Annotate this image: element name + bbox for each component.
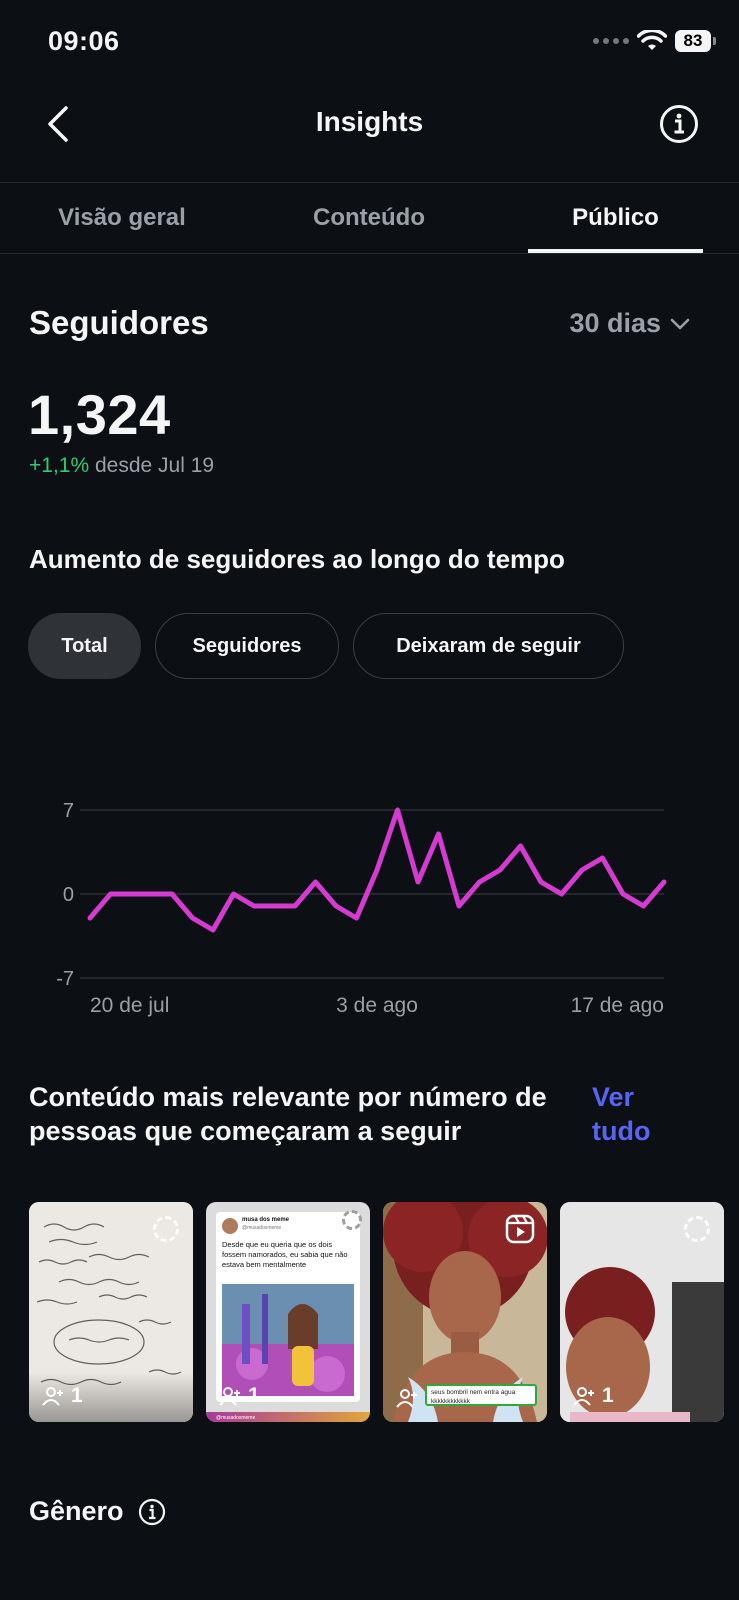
filter-unfollowed-chip[interactable]: Deixaram de seguir — [353, 613, 624, 679]
new-followers-count — [395, 1388, 425, 1408]
new-followers-value: 1 — [248, 1384, 260, 1407]
chevron-down-icon — [670, 318, 690, 329]
tab-overview[interactable]: Visão geral — [36, 204, 208, 232]
chart-y-tick-label: -7 — [56, 968, 74, 990]
signal-icon — [593, 38, 629, 44]
filter-total-chip[interactable]: Total — [28, 613, 141, 679]
new-followers-count: 1 — [572, 1384, 614, 1408]
page-title: Insights — [315, 106, 424, 137]
change-suffix: desde Jul 19 — [94, 454, 215, 477]
new-followers-value: 1 — [602, 1384, 614, 1407]
new-followers-value: 1 — [71, 1384, 83, 1407]
period-label: 30 dias — [569, 308, 661, 338]
status-indicators: 83 — [593, 30, 716, 52]
see-all-link[interactable]: Ver tudo — [592, 1080, 682, 1148]
info-icon[interactable] — [659, 104, 699, 144]
header-divider — [0, 182, 739, 183]
tabs-divider — [0, 253, 739, 254]
chart-x-tick-label: 3 de ago — [336, 994, 418, 1017]
meme-author: musa dos meme — [242, 1217, 290, 1223]
content-thumbnail[interactable]: seus bombril nem entra água kkkkkkkkkkkk — [383, 1202, 547, 1422]
reels-icon — [505, 1214, 535, 1244]
follower-change: +1,1% desde Jul 19 — [29, 454, 214, 478]
tab-content[interactable]: Conteúdo — [282, 204, 456, 232]
meme-image — [222, 1284, 354, 1396]
growth-title: Aumento de seguidores ao longo do tempo — [29, 544, 565, 574]
avatar — [222, 1218, 238, 1234]
chart-y-tick-label: 7 — [63, 800, 74, 822]
filter-followers-chip[interactable]: Seguidores — [155, 613, 339, 679]
add-user-icon — [573, 1387, 594, 1406]
add-user-icon — [42, 1387, 63, 1406]
carousel-indicator-icon — [342, 1210, 362, 1230]
followers-growth-chart: 7 0 -7 20 de jul 3 de ago 17 de ago — [56, 800, 667, 1017]
chart-y-tick-label: 0 — [63, 884, 74, 906]
new-followers-count: 1 — [218, 1384, 260, 1408]
content-thumbnail[interactable]: musa dos meme @musadosmeme Desde que eu … — [206, 1202, 370, 1422]
relevant-content-title: Conteúdo mais relevante por número de pe… — [29, 1082, 547, 1146]
gender-title: Gênero — [29, 1496, 124, 1526]
period-selector[interactable]: 30 dias — [569, 308, 691, 339]
add-user-icon — [396, 1389, 417, 1408]
meme-card: musa dos meme @musadosmeme Desde que eu … — [216, 1212, 360, 1402]
video-caption: seus bombril nem entra água kkkkkkkkkkkk — [425, 1384, 537, 1406]
meme-handle: @musadosmeme — [242, 1225, 282, 1231]
add-user-icon — [219, 1387, 240, 1406]
meme-text: Desde que eu queria que os dois fossem n… — [222, 1240, 348, 1269]
tab-audience[interactable]: Público — [528, 204, 703, 232]
meme-footer-handle: @musadosmeme — [216, 1415, 256, 1421]
battery-indicator: 83 — [675, 30, 716, 52]
chart-x-tick-label: 17 de ago — [571, 994, 664, 1017]
followers-title: Seguidores — [29, 304, 209, 341]
chart-x-tick-label: 20 de jul — [90, 994, 169, 1017]
new-followers-count: 1 — [41, 1384, 83, 1408]
carousel-indicator-icon — [153, 1216, 179, 1242]
content-thumbnail[interactable]: 1 — [560, 1202, 724, 1422]
wifi-icon — [637, 30, 667, 50]
status-time: 09:06 — [48, 26, 120, 56]
info-icon[interactable] — [138, 1498, 166, 1526]
gender-section-header: Gênero — [29, 1496, 166, 1527]
change-percent: +1,1% — [29, 454, 90, 477]
chart-series-line — [87, 807, 667, 933]
content-thumbnail[interactable]: 1 — [29, 1202, 193, 1422]
carousel-indicator-icon — [684, 1216, 710, 1242]
follower-count: 1,324 — [28, 383, 171, 446]
